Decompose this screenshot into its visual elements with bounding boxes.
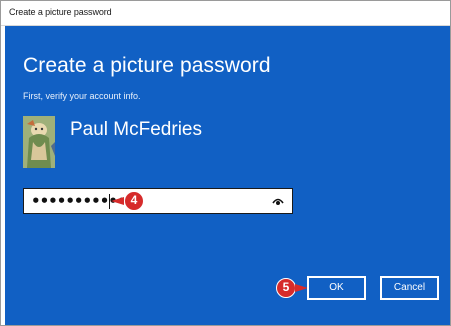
user-name: Paul McFedries <box>70 119 202 140</box>
avatar-image <box>23 116 55 168</box>
picture-password-window: Create a picture password Create a pictu… <box>0 0 451 326</box>
callout-4-pointer <box>111 197 124 205</box>
text-caret <box>109 194 110 209</box>
instruction-text: First, verify your account info. <box>23 91 141 101</box>
eye-icon[interactable] <box>272 196 284 206</box>
cancel-button[interactable]: Cancel <box>380 276 439 300</box>
user-avatar <box>23 116 55 168</box>
dialog-content: Create a picture password First, verify … <box>5 26 450 325</box>
password-input[interactable]: ••••••••••••• <box>23 188 293 214</box>
title-bar[interactable]: Create a picture password <box>1 1 450 26</box>
step-5-callout: 5 <box>276 278 296 298</box>
step-4-callout: 4 <box>124 191 144 211</box>
ok-button[interactable]: OK <box>307 276 366 300</box>
page-title: Create a picture password <box>23 54 271 77</box>
window-title: Create a picture password <box>9 7 112 17</box>
